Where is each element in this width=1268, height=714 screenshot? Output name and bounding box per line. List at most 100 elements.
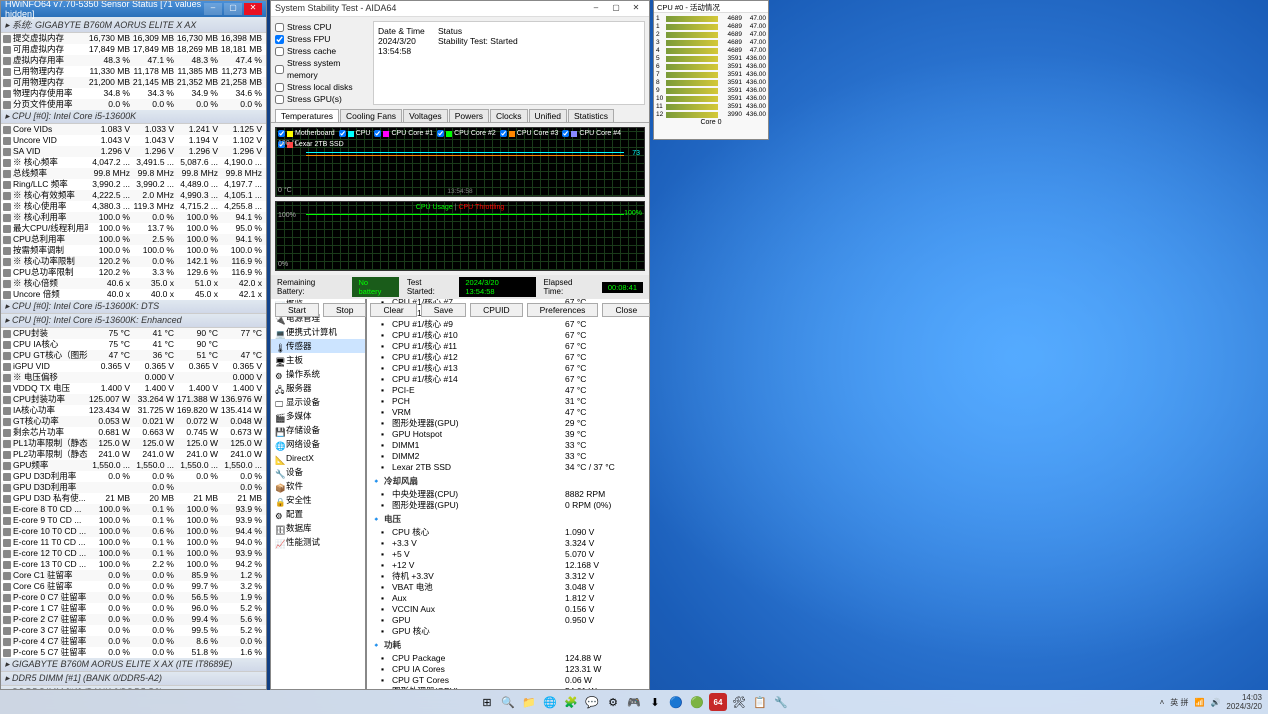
hw-section-header[interactable]: ▸ DDR5 DIMM [#1] (BANK 0/DDR5-B2) (1, 686, 266, 689)
start-button[interactable]: Start (275, 303, 319, 317)
tree-item-存储设备[interactable]: 💾存储设备 (271, 423, 365, 437)
close-button[interactable]: ✕ (244, 3, 262, 15)
hw-sensor-row[interactable]: 可用物理内存21,200 MB21,145 MB21,352 MB21,258 … (1, 77, 266, 88)
hw-sensor-row[interactable]: Core C1 驻留率0.0 %0.0 %85.9 %1.2 % (1, 570, 266, 581)
hw-sensor-row[interactable]: CPU封装功率125.007 W33.264 W171.388 W136.976… (1, 394, 266, 405)
hw-sensor-row[interactable]: PL1功率限制（静态）125.0 W125.0 W125.0 W125.0 W (1, 438, 266, 449)
hw-sensor-row[interactable]: ※ 核心利用率100.0 %0.0 %100.0 %94.1 % (1, 212, 266, 223)
hw-sensor-row[interactable]: E-core 13 T0 CD ...100.0 %2.2 %100.0 %94… (1, 559, 266, 570)
hw-sensor-row[interactable]: P-core 3 C7 驻留率0.0 %0.0 %99.5 %5.2 % (1, 625, 266, 636)
hw-sensor-row[interactable]: VDDQ TX 电压1.400 V1.400 V1.400 V1.400 V (1, 383, 266, 394)
hw-sensor-row[interactable]: GPU D3D 私有使...21 MB20 MB21 MB21 MB (1, 493, 266, 504)
hw-sensor-row[interactable]: P-core 4 C7 驻留率0.0 %0.0 %8.6 %0.0 % (1, 636, 266, 647)
stress-check-stress-local-disks[interactable]: Stress local disks (275, 81, 365, 93)
maximize-button[interactable]: ▢ (224, 3, 242, 15)
taskbar-icon-6[interactable]: ⚙ (604, 693, 622, 711)
taskbar-icon-11[interactable]: 64 (709, 693, 727, 711)
taskbar-icon-12[interactable]: 🛠 (730, 693, 748, 711)
preferences-button[interactable]: Preferences (527, 303, 599, 317)
taskbar-tray[interactable]: ˄ 英 拼 📶 🔊 14:03 2024/3/20 (1160, 693, 1262, 711)
volume-icon[interactable]: 🔊 (1210, 698, 1220, 707)
hw-sensor-row[interactable]: PL2功率限制（静态）241.0 W241.0 W241.0 W241.0 W (1, 449, 266, 460)
tab-statistics[interactable]: Statistics (568, 109, 614, 122)
hw-sensor-row[interactable]: Core C6 驻留率0.0 %0.0 %99.7 %3.2 % (1, 581, 266, 592)
hw-sensor-row[interactable]: 总线频率99.8 MHz99.8 MHz99.8 MHz99.8 MHz (1, 168, 266, 179)
hw-sensor-row[interactable]: IA核心功率123.434 W31.725 W169.820 W135.414 … (1, 405, 266, 416)
hw-section-header[interactable]: ▸ CPU [#0]: Intel Core i5-13600K (1, 110, 266, 124)
hw-sensor-row[interactable]: SA VID1.296 V1.296 V1.296 V1.296 V (1, 146, 266, 157)
save-button[interactable]: Save (421, 303, 466, 317)
tab-clocks[interactable]: Clocks (490, 109, 528, 122)
hw-sensor-row[interactable]: ※ 核心倍频40.6 x35.0 x51.0 x42.0 x (1, 278, 266, 289)
hw-sensor-row[interactable]: Core VIDs1.083 V1.033 V1.241 V1.125 V (1, 124, 266, 135)
hw-sensor-row[interactable]: 提交虚拟内存16,730 MB16,309 MB16,730 MB16,398 … (1, 33, 266, 44)
hw-sensor-row[interactable]: 最大CPU/线程利用率100.0 %13.7 %100.0 %95.0 % (1, 223, 266, 234)
tab-voltages[interactable]: Voltages (403, 109, 448, 122)
stress-check-stress-gpu(s)[interactable]: Stress GPU(s) (275, 93, 365, 105)
hw-sensor-row[interactable]: 虚拟内存用率48.3 %47.1 %48.3 %47.4 % (1, 55, 266, 66)
hw-sensor-row[interactable]: 分页文件使用率0.0 %0.0 %0.0 %0.0 % (1, 99, 266, 110)
stress-check-stress-cpu[interactable]: Stress CPU (275, 21, 365, 33)
cpuid-button[interactable]: CPUID (470, 303, 522, 317)
tree-item-安全性[interactable]: 🔒安全性 (271, 493, 365, 507)
hw-sensor-row[interactable]: 按需频率调制100.0 %100.0 %100.0 %100.0 % (1, 245, 266, 256)
stop-button[interactable]: Stop (323, 303, 367, 317)
tree-item-多媒体[interactable]: 🎬多媒体 (271, 409, 365, 423)
aida-sensor-pane[interactable]: ▪CPU #1/核心 #767 °C▪CPU #1/核心 #867 °C▪CPU… (366, 296, 650, 690)
hw-sensor-row[interactable]: P-core 0 C7 驻留率0.0 %0.0 %56.5 %1.9 % (1, 592, 266, 603)
taskbar-icon-0[interactable]: ⊞ (478, 693, 496, 711)
minimize-button[interactable]: – (587, 3, 605, 15)
legend-item[interactable]: CPU (339, 130, 371, 137)
legend-item[interactable]: CPU Core #4 (562, 130, 621, 137)
clock-time[interactable]: 14:03 (1226, 693, 1262, 702)
hw-sensor-row[interactable]: CPU总功率限制120.2 %3.3 %129.6 %116.9 % (1, 267, 266, 278)
tree-item-DirectX[interactable]: 📐DirectX (271, 451, 365, 465)
tree-item-主板[interactable]: 🖥主板 (271, 353, 365, 367)
tree-item-数据库[interactable]: 🗄数据库 (271, 521, 365, 535)
hw-sensor-row[interactable]: E-core 12 T0 CD ...100.0 %0.1 %100.0 %93… (1, 548, 266, 559)
hw-sensor-row[interactable]: 剩余芯片功率0.681 W0.663 W0.745 W0.673 W (1, 427, 266, 438)
ime-indicator[interactable]: 英 拼 (1170, 697, 1188, 708)
legend-item[interactable]: Motherboard (278, 130, 335, 137)
tree-item-传感器[interactable]: 🌡传感器 (271, 339, 365, 353)
hw-sensor-row[interactable]: iGPU VID0.365 V0.365 V0.365 V0.365 V (1, 361, 266, 372)
tray-chevron-icon[interactable]: ˄ (1160, 698, 1165, 707)
cpumini-title[interactable]: CPU #0 - 活动情况 (654, 1, 768, 13)
taskbar-icon-13[interactable]: 📋 (751, 693, 769, 711)
taskbar-icon-10[interactable]: 🟢 (688, 693, 706, 711)
stress-check-stress-system-memory[interactable]: Stress system memory (275, 57, 365, 81)
clear-button[interactable]: Clear (370, 303, 416, 317)
hw-sensor-row[interactable]: P-core 1 C7 驻留率0.0 %0.0 %96.0 %5.2 % (1, 603, 266, 614)
hw-sensor-row[interactable]: 物理内存使用率34.8 %34.3 %34.9 %34.6 % (1, 88, 266, 99)
clock-date[interactable]: 2024/3/20 (1226, 702, 1262, 711)
hwinfo-titlebar[interactable]: HWiNFO64 v7.70-5350 Sensor Status [71 va… (1, 1, 266, 17)
close-button[interactable]: ✕ (627, 3, 645, 15)
minimize-button[interactable]: – (204, 3, 222, 15)
aida-nav-tree[interactable]: 📊概览🔌电源管理💻便携式计算机🌡传感器🖥主板⚙操作系统🖧服务器🖵显示设备🎬多媒体… (270, 296, 366, 690)
tab-unified[interactable]: Unified (529, 109, 567, 122)
hw-section-header[interactable]: ▸ GIGABYTE B760M AORUS ELITE X AX (ITE I… (1, 658, 266, 672)
hw-section-header[interactable]: ▸ CPU [#0]: Intel Core i5-13600K: DTS (1, 300, 266, 314)
legend-item[interactable]: CPU Core #3 (500, 130, 559, 137)
hw-sensor-row[interactable]: E-core 8 T0 CD ...100.0 %0.1 %100.0 %93.… (1, 504, 266, 515)
tab-temperatures[interactable]: Temperatures (275, 109, 339, 122)
aida-titlebar[interactable]: System Stability Test - AIDA64 – ▢ ✕ (271, 1, 649, 17)
hw-sensor-row[interactable]: GPU频率1,550.0 ...1,550.0 ...1,550.0 ...1,… (1, 460, 266, 471)
taskbar-icon-8[interactable]: ⬇ (646, 693, 664, 711)
hw-sensor-row[interactable]: ※ 核心有效频率4,222.5 ...2.0 MHz4,990.3 ...4,1… (1, 190, 266, 201)
hw-sensor-row[interactable]: ※ 电压偏移0.000 V0.000 V (1, 372, 266, 383)
tree-item-网络设备[interactable]: 🌐网络设备 (271, 437, 365, 451)
close-button[interactable]: Close (602, 303, 650, 317)
tree-item-显示设备[interactable]: 🖵显示设备 (271, 395, 365, 409)
hw-sensor-row[interactable]: E-core 10 T0 CD ...100.0 %0.6 %100.0 %94… (1, 526, 266, 537)
taskbar-icon-5[interactable]: 💬 (583, 693, 601, 711)
hwinfo-sensor-list[interactable]: ▸ 系统: GIGABYTE B760M AORUS ELITE X AX提交虚… (1, 17, 266, 689)
taskbar-icon-3[interactable]: 🌐 (541, 693, 559, 711)
hw-sensor-row[interactable]: Uncore 倍频40.0 x40.0 x45.0 x42.1 x (1, 289, 266, 300)
hw-sensor-row[interactable]: Uncore VID1.043 V1.043 V1.194 V1.102 V (1, 135, 266, 146)
legend-item[interactable]: CPU Core #2 (437, 130, 496, 137)
hw-sensor-row[interactable]: ※ 核心使用率4,380.3 ...119.3 MHz4,715.2 ...4,… (1, 201, 266, 212)
hw-sensor-row[interactable]: ※ 核心功率限制120.2 %0.0 %142.1 %116.9 % (1, 256, 266, 267)
hw-sensor-row[interactable]: GT核心功率0.053 W0.021 W0.072 W0.048 W (1, 416, 266, 427)
hw-sensor-row[interactable]: E-core 11 T0 CD ...100.0 %0.1 %100.0 %94… (1, 537, 266, 548)
